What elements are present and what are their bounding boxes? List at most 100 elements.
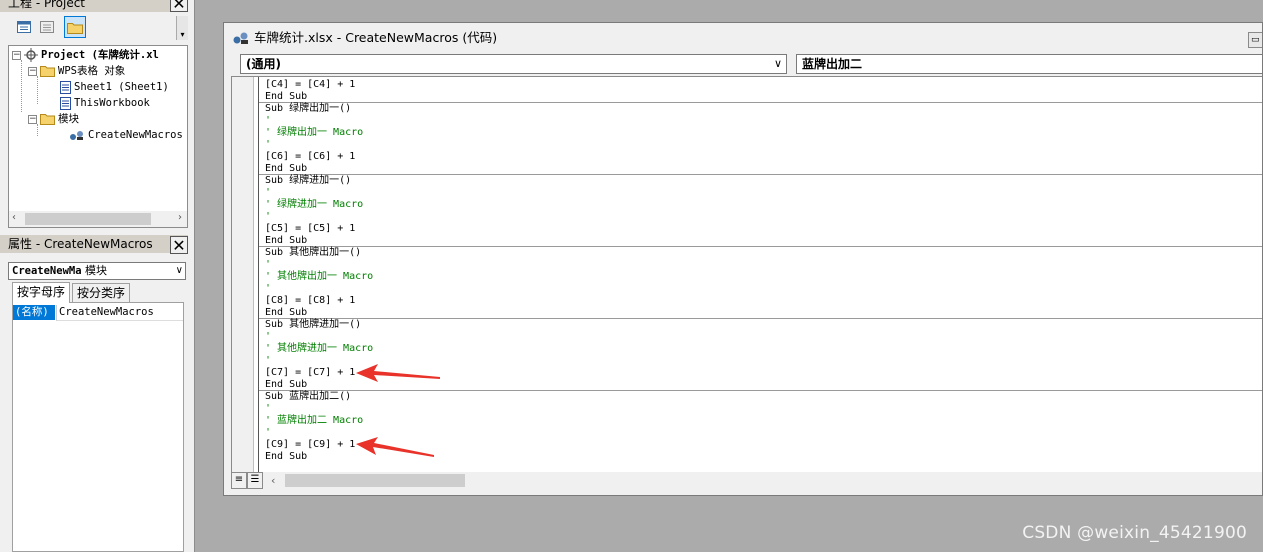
code-window-title: 车牌统计.xlsx - CreateNewMacros (代码) (254, 30, 498, 45)
code-line[interactable]: ' (265, 187, 271, 199)
tree-node-objects-folder-label: WPS表格 对象 (58, 65, 126, 77)
code-line[interactable]: [C7] = [C7] + 1 (265, 367, 355, 379)
code-line[interactable]: ' (265, 403, 271, 415)
tree-node-sheet1-label: Sheet1 (Sheet1) (74, 81, 169, 93)
tree-node-project[interactable]: − Project (车牌统计.xl (12, 48, 159, 62)
tree-node-modules-folder-label: 模块 (58, 113, 79, 125)
tree-node-module-label: CreateNewMacros (88, 129, 183, 141)
toolbar-overflow-icon[interactable]: ▾ (176, 16, 188, 40)
procedure-separator (259, 318, 1262, 319)
code-editor[interactable]: [C4] = [C4] + 1 End Sub Sub 绿牌出加一() ' ' 绿牌出加… (231, 76, 1262, 472)
scroll-thumb[interactable] (25, 213, 151, 225)
code-line[interactable]: ' 蓝牌出加二 Macro (265, 415, 363, 427)
scroll-right-icon[interactable]: › (178, 212, 182, 223)
properties-grid[interactable]: (名称) CreateNewMacros (12, 302, 184, 552)
code-line[interactable]: ' (265, 331, 271, 343)
collapse-icon[interactable]: − (12, 50, 21, 60)
code-line[interactable]: ' (265, 259, 271, 271)
tree-node-project-label: Project (车牌统计.xl (41, 49, 159, 61)
code-line[interactable]: End Sub (265, 451, 307, 463)
window-restore-button[interactable]: ▭ (1248, 32, 1262, 48)
code-line[interactable]: ' 其他牌出加一 Macro (265, 271, 373, 283)
view-object-button[interactable] (36, 16, 58, 38)
sheet-icon (60, 80, 71, 94)
code-line[interactable]: Sub 绿牌出加一() (265, 103, 351, 115)
object-combo-type: 模块 (85, 264, 108, 277)
code-line[interactable]: ' 其他牌进加一 Macro (265, 343, 373, 355)
tree-node-workbook[interactable]: ThisWorkbook (60, 96, 150, 110)
properties-object-combo[interactable]: CreateNewMa 模块 ∨ (8, 262, 186, 280)
code-line[interactable]: ' 绿牌出加一 Macro (265, 127, 363, 139)
margin-indicator-bar[interactable] (232, 77, 254, 472)
project-pane-close-icon[interactable]: ✕ (170, 0, 188, 12)
watermark: CSDN @weixin_45421900 (1022, 523, 1247, 543)
project-tree-hscrollbar[interactable]: ‹ › (9, 211, 187, 227)
code-line[interactable]: ' (265, 139, 271, 151)
tab-categorized-label: 按分类序 (77, 286, 126, 300)
view-object-icon (40, 21, 54, 33)
properties-pane-title-text: 属性 - CreateNewMacros (8, 237, 153, 251)
code-line[interactable]: ' 绿牌进加一 Macro (265, 199, 363, 211)
tab-alphabetic-label: 按字母序 (17, 285, 66, 299)
property-row-name[interactable]: (名称) CreateNewMacros (13, 305, 183, 321)
tab-categorized[interactable]: 按分类序 (72, 283, 131, 302)
toggle-folders-button[interactable] (64, 16, 86, 38)
property-name: (名称) (13, 305, 55, 320)
module-icon (70, 131, 83, 140)
tree-node-modules-folder[interactable]: − 模块 (28, 112, 79, 126)
collapse-icon[interactable]: − (28, 114, 37, 124)
code-line[interactable]: [C9] = [C9] + 1 (265, 439, 355, 451)
code-hscrollbar[interactable]: ≡ ☰ ‹ (231, 472, 1262, 489)
tree-node-workbook-label: ThisWorkbook (74, 97, 150, 109)
open-folder-icon (40, 114, 55, 125)
chevron-down-icon[interactable]: ∨ (176, 263, 183, 279)
properties-pane-close-icon[interactable]: ✕ (170, 236, 188, 254)
code-line[interactable]: ' (265, 283, 271, 295)
object-combo-name: CreateNewMa (12, 265, 82, 277)
procedure-separator (259, 102, 1262, 103)
code-line[interactable]: ' (265, 355, 271, 367)
procedure-separator (259, 174, 1262, 175)
procedure-combo[interactable]: 蓝牌出加二 (796, 54, 1262, 74)
procedure-combo-value: 蓝牌出加二 (802, 57, 863, 71)
code-line[interactable]: Sub 其他牌进加一() (265, 319, 361, 331)
code-line[interactable]: Sub 蓝牌出加二() (265, 391, 351, 403)
tree-node-sheet1[interactable]: Sheet1 (Sheet1) (60, 80, 169, 94)
procedure-separator (259, 390, 1262, 391)
tree-node-module[interactable]: CreateNewMacros (69, 128, 183, 142)
scroll-left-icon[interactable]: ‹ (12, 212, 16, 223)
vba-module-icon (233, 32, 248, 44)
workbook-icon (60, 96, 71, 110)
code-line[interactable]: Sub 其他牌出加一() (265, 247, 361, 259)
vba-project-icon (24, 48, 38, 62)
code-line[interactable]: ' (265, 115, 271, 127)
code-window: 车牌统计.xlsx - CreateNewMacros (代码) ▭ (通用) … (223, 22, 1263, 496)
code-window-titlebar[interactable]: 车牌统计.xlsx - CreateNewMacros (代码) ▭ (224, 23, 1262, 53)
project-pane-title: 工程 - Project ✕ (0, 0, 188, 12)
code-line[interactable]: [C6] = [C6] + 1 (265, 151, 355, 163)
tree-node-objects-folder[interactable]: − WPS表格 对象 (28, 64, 125, 78)
collapse-icon[interactable]: − (28, 66, 37, 76)
object-combo[interactable]: (通用) ∨ (240, 54, 787, 74)
full-module-view-button[interactable]: ☰ (247, 472, 263, 489)
scroll-left-icon[interactable]: ‹ (271, 472, 275, 489)
property-value[interactable]: CreateNewMacros (56, 305, 183, 321)
code-line[interactable]: ' (265, 211, 271, 223)
code-line[interactable]: ' (265, 427, 271, 439)
view-code-icon (17, 21, 31, 33)
procedure-view-button[interactable]: ≡ (231, 472, 247, 489)
code-line[interactable]: [C5] = [C5] + 1 (265, 223, 355, 235)
code-line[interactable]: Sub 绿牌进加一() (265, 175, 351, 187)
folder-icon (67, 22, 83, 34)
code-line[interactable]: [C8] = [C8] + 1 (265, 295, 355, 307)
gutter-divider (254, 77, 259, 472)
tab-alphabetic[interactable]: 按字母序 (12, 282, 71, 303)
view-code-button[interactable] (13, 16, 35, 38)
properties-pane-title: 属性 - CreateNewMacros ✕ (0, 235, 188, 254)
chevron-down-icon[interactable]: ∨ (774, 55, 782, 73)
scroll-thumb[interactable] (285, 474, 465, 487)
project-tree[interactable]: − Project (车牌统计.xl − WPS表格 对象 Sheet1 (Sh… (8, 45, 188, 228)
code-line[interactable]: [C4] = [C4] + 1 (265, 79, 355, 91)
open-folder-icon (40, 66, 55, 77)
annotation-arrow-icon (356, 437, 434, 457)
